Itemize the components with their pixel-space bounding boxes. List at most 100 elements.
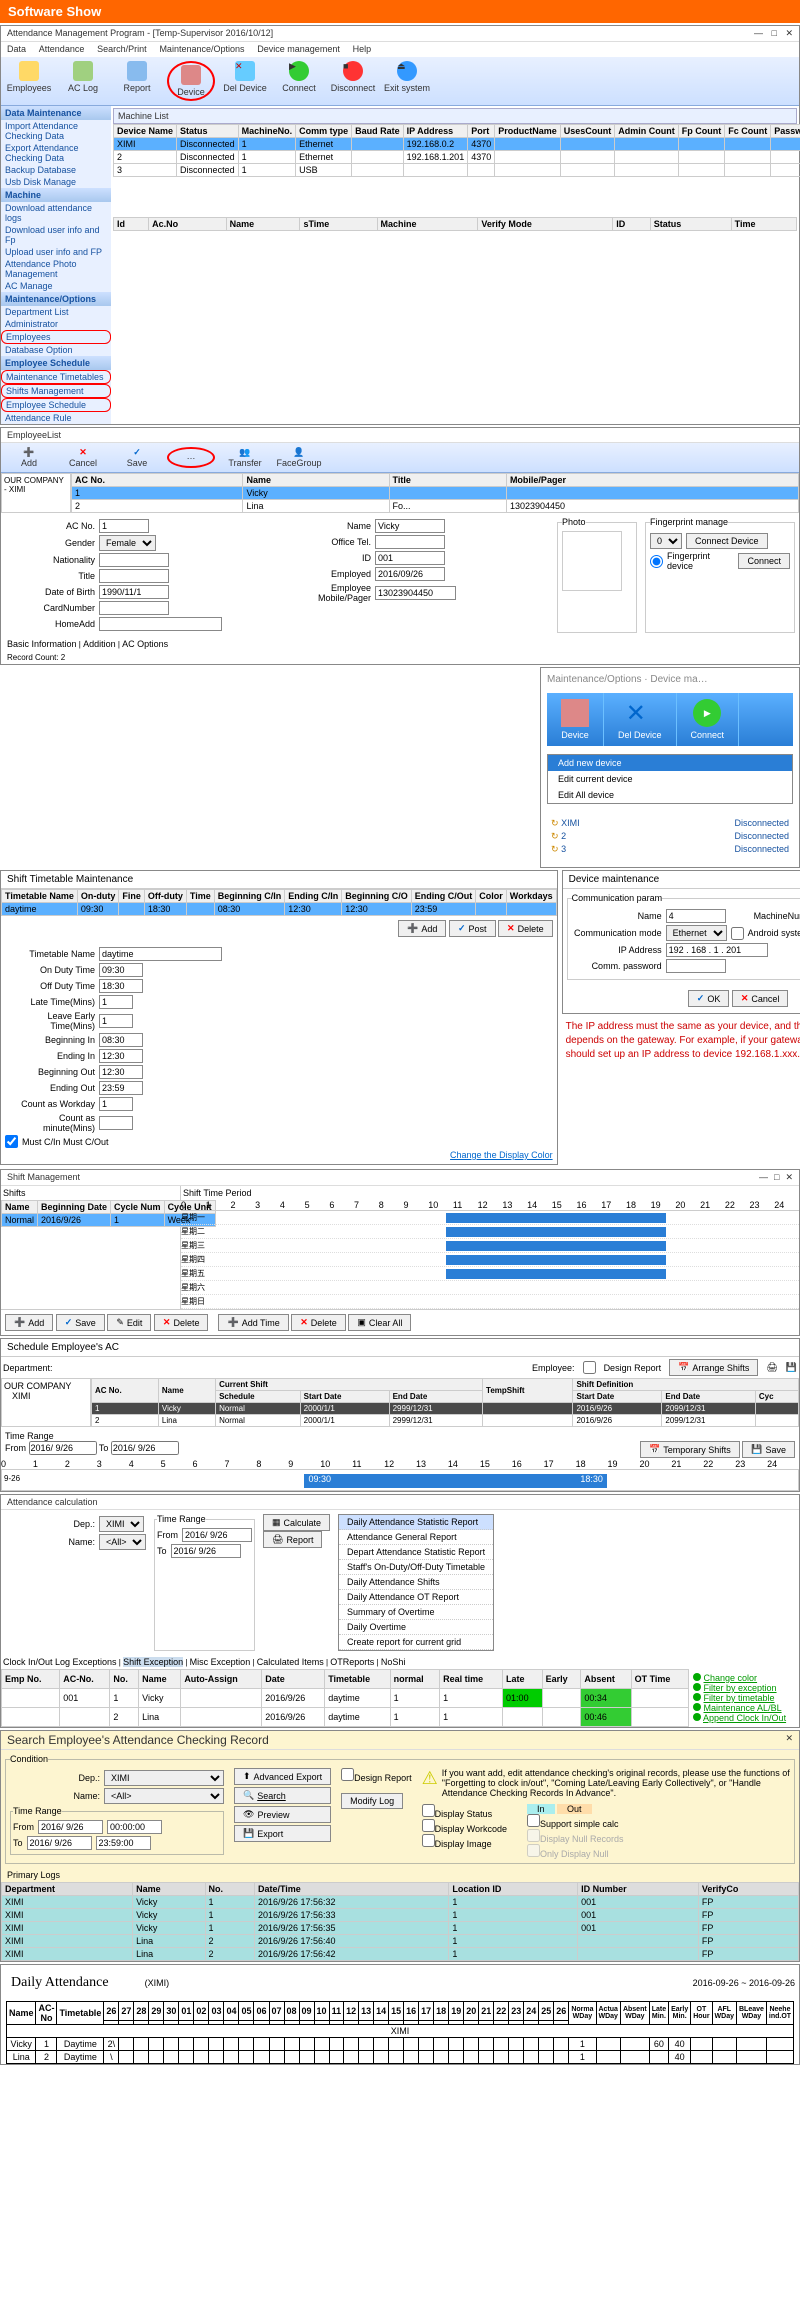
connect-device-btn[interactable]: Connect Device (686, 533, 768, 549)
sr-to-d[interactable] (27, 1836, 92, 1850)
aclog-button[interactable]: AC Log (59, 61, 107, 101)
lnk-albl[interactable]: Maintenance AL/BL (704, 1703, 782, 1713)
sr-export[interactable]: 💾 Export (234, 1825, 331, 1842)
se-timeline[interactable]: 9-26 09:3018:30 (1, 1469, 799, 1491)
minimize-icon[interactable]: — (754, 28, 763, 38)
calc-tab-2[interactable]: Misc Exception (190, 1657, 251, 1667)
tt-bin[interactable] (99, 1033, 143, 1047)
calc-name[interactable]: <All> (99, 1534, 146, 1550)
connect-btn2[interactable]: Connect (738, 553, 790, 569)
menu-add-device[interactable]: Add new device (548, 755, 792, 771)
sr-name[interactable]: <All> (104, 1788, 224, 1804)
rpt-dailyot[interactable]: Daily Overtime (339, 1620, 493, 1635)
calc-tab-1[interactable]: Shift Exception (123, 1657, 183, 1667)
stt-add[interactable]: ➕ Add (398, 920, 446, 937)
emp-save[interactable]: ✓Save (113, 447, 161, 468)
mobile-input[interactable] (375, 586, 456, 600)
rpt-daily-stat[interactable]: Daily Attendance Statistic Report (339, 1515, 493, 1530)
tt-ein[interactable] (99, 1049, 143, 1063)
emp-grid[interactable]: AC No.NameTitleMobile/Pager 1Vicky 2Lina… (71, 473, 799, 513)
fp-device-radio[interactable] (650, 555, 663, 568)
sm-edit[interactable]: ✎ Edit (107, 1314, 151, 1331)
rpt-depart[interactable]: Depart Attendance Statistic Report (339, 1545, 493, 1560)
calc-tab-5[interactable]: NoShi (381, 1657, 406, 1667)
tt-off[interactable] (99, 979, 143, 993)
export-icon[interactable]: 💾 (786, 1362, 797, 1373)
print-icon[interactable]: 🖨 (766, 1362, 777, 1373)
sm-min[interactable]: — (759, 1172, 768, 1182)
disconnect-button[interactable]: ■Disconnect (329, 61, 377, 101)
sr-adv-export[interactable]: ⬆ Advanced Export (234, 1768, 331, 1785)
calc-tab-0[interactable]: Clock In/Out Log Exceptions (3, 1657, 117, 1667)
tt-name[interactable] (99, 947, 222, 961)
officetel-input[interactable] (375, 535, 445, 549)
dm-cancel[interactable]: ✕ Cancel (732, 990, 789, 1007)
dm-ok[interactable]: ✓ OK (688, 990, 730, 1007)
tab-addition[interactable]: Addition (83, 639, 116, 649)
emp-transfer[interactable]: 👥Transfer (221, 447, 269, 468)
device-button[interactable]: Device (167, 61, 215, 101)
menu-help[interactable]: Help (353, 44, 372, 54)
menu-maint-opts[interactable]: Maintenance/Options (159, 44, 244, 54)
sr-grid[interactable]: DepartmentNameNo.Date/TimeLocation IDID … (1, 1882, 799, 1961)
photo-box[interactable] (562, 531, 622, 591)
side-employees[interactable]: Employees (1, 330, 111, 344)
sm-addtime[interactable]: ➕ Add Time (218, 1314, 288, 1331)
se-tempshifts[interactable]: 📅 Temporary Shifts (640, 1441, 740, 1458)
id-input[interactable] (375, 551, 445, 565)
change-color-link[interactable]: Change the Display Color (450, 1150, 553, 1160)
sm-save[interactable]: ✓ Save (56, 1314, 105, 1331)
zoom-deldevice-btn[interactable]: ✕Del Device (604, 693, 677, 746)
zoom-device-btn[interactable]: Device (547, 693, 604, 746)
calc-tab-4[interactable]: OTReports (330, 1657, 374, 1667)
menu-edit-all[interactable]: Edit All device (548, 787, 792, 803)
sr-disp-status[interactable] (422, 1804, 435, 1817)
employees-button[interactable]: Employees (5, 61, 53, 101)
lnk-append[interactable]: Append Clock In/Out (703, 1713, 786, 1723)
side-dl-logs[interactable]: Download attendance logs (1, 202, 111, 224)
se-arrange[interactable]: 📅 Arrange Shifts (669, 1359, 758, 1376)
dm-android[interactable] (731, 927, 744, 940)
del-device-button[interactable]: ✕Del Device (221, 61, 269, 101)
report-button[interactable]: Report (113, 61, 161, 101)
se-to[interactable] (111, 1441, 179, 1455)
tt-on[interactable] (99, 963, 143, 977)
tt-eout[interactable] (99, 1081, 143, 1095)
tt-late[interactable] (99, 995, 133, 1009)
tt-minutes[interactable] (99, 1116, 133, 1130)
sm-delete[interactable]: ✕ Delete (154, 1314, 209, 1331)
nat-input[interactable] (99, 553, 169, 567)
must-cin[interactable] (5, 1135, 18, 1148)
tt-early[interactable] (99, 1014, 133, 1028)
emp-cancel[interactable]: ✕Cancel (59, 447, 107, 468)
lnk-color[interactable]: Change color (704, 1673, 758, 1683)
side-emp-schedule[interactable]: Employee Schedule (1, 398, 111, 412)
emp-tree[interactable]: OUR COMPANY - XIMI (1, 473, 71, 513)
exit-button[interactable]: ⏏Exit system (383, 61, 431, 101)
side-export[interactable]: Export Attendance Checking Data (1, 142, 111, 164)
sr-from-d[interactable] (38, 1820, 103, 1834)
lnk-filter-tt[interactable]: Filter by timetable (704, 1693, 775, 1703)
tt-bout[interactable] (99, 1065, 143, 1079)
rpt-onoff[interactable]: Staff's On-Duty/Off-Duty Timetable (339, 1560, 493, 1575)
zoom-connect-btn[interactable]: ▶Connect (677, 693, 740, 746)
menu-data[interactable]: Data (7, 44, 26, 54)
menu-attendance[interactable]: Attendance (39, 44, 85, 54)
rpt-ot[interactable]: Daily Attendance OT Report (339, 1590, 493, 1605)
tab-ac[interactable]: AC Options (122, 639, 168, 649)
se-grid[interactable]: AC No.NameCurrent ShiftTempShiftShift De… (91, 1378, 799, 1427)
calc-to[interactable] (171, 1544, 241, 1558)
menu-device-mgmt[interactable]: Device management (257, 44, 340, 54)
dm-ip[interactable] (666, 943, 768, 957)
side-maint-tt[interactable]: Maintenance Timetables (1, 370, 111, 384)
sm-add[interactable]: ➕ Add (5, 1314, 53, 1331)
stt-grid[interactable]: Timetable NameOn-dutyFineOff-dutyTimeBeg… (1, 889, 557, 916)
dm-pwd[interactable] (666, 959, 726, 973)
acno-input[interactable] (99, 519, 149, 533)
menu-edit-current[interactable]: Edit current device (548, 771, 792, 787)
side-att-rule[interactable]: Attendance Rule (1, 412, 111, 424)
rpt-general[interactable]: Attendance General Report (339, 1530, 493, 1545)
employed-input[interactable] (375, 567, 445, 581)
se-save[interactable]: 💾 Save (742, 1441, 795, 1458)
side-acmanage[interactable]: AC Manage (1, 280, 111, 292)
